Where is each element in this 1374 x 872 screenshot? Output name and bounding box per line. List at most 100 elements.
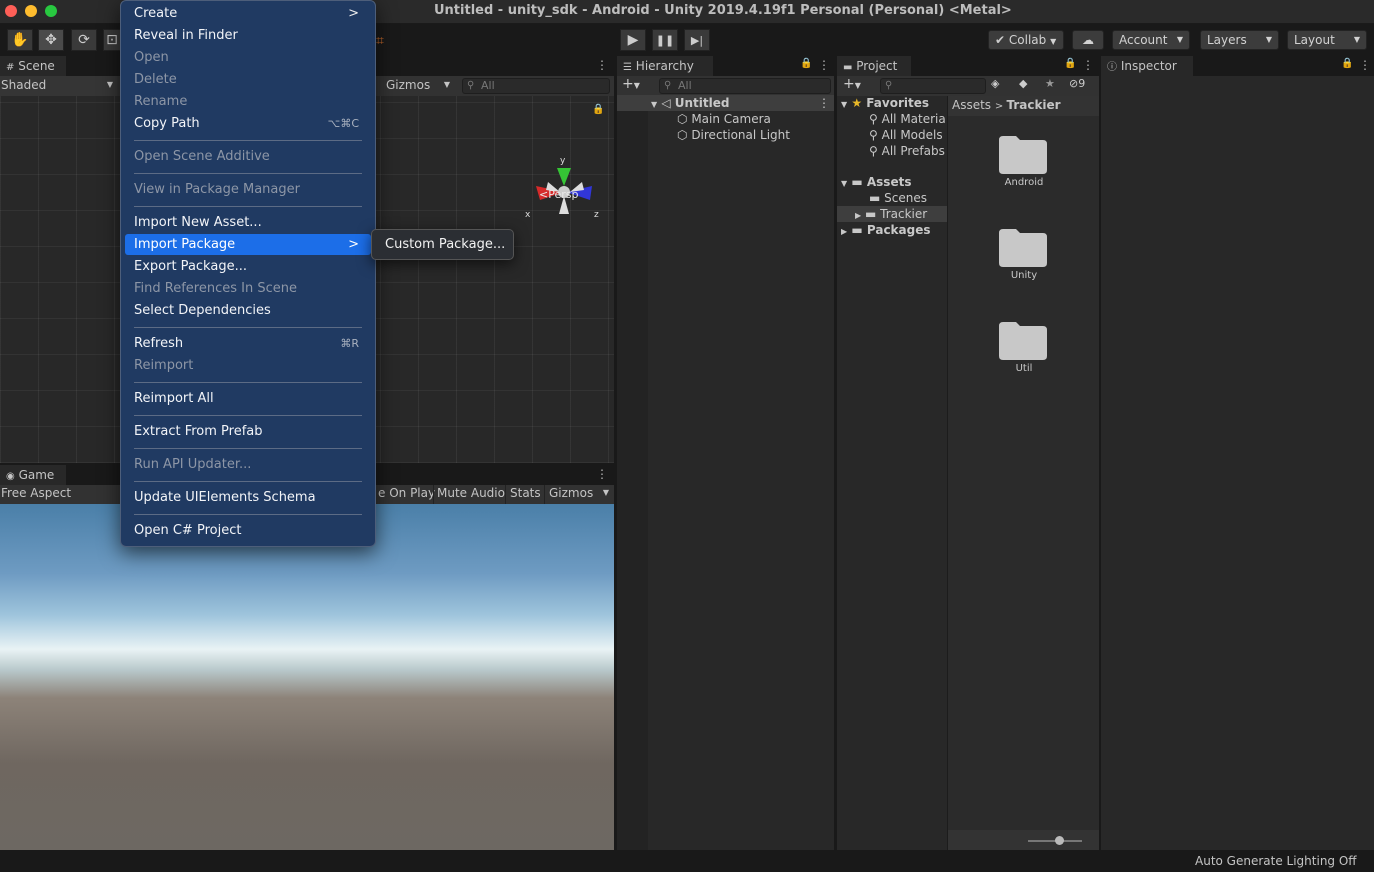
cloud-button[interactable]: ☁ bbox=[1072, 30, 1104, 50]
gameobject-icon: ⬡ bbox=[677, 112, 688, 126]
rotate-tool-button[interactable]: ⟳ bbox=[71, 29, 97, 51]
menu-item-custom-package[interactable]: Custom Package... bbox=[376, 234, 509, 255]
stats-toggle[interactable]: Stats bbox=[510, 486, 541, 500]
lock-icon[interactable]: 🔒 bbox=[800, 58, 812, 69]
breadcrumb: Assets > Trackier bbox=[948, 96, 1099, 116]
shading-mode-dropdown[interactable]: Shaded ▼ bbox=[0, 76, 117, 96]
persp-label: Persp bbox=[548, 188, 579, 201]
more-options-icon[interactable]: ⋮ bbox=[1359, 58, 1371, 72]
scale-tool-button[interactable]: ⊡ bbox=[103, 29, 121, 51]
menu-item-export-package[interactable]: Export Package... bbox=[125, 256, 371, 277]
tab-scene[interactable]: # Scene bbox=[0, 56, 66, 76]
menu-item-refresh[interactable]: Refresh ⌘R bbox=[125, 333, 371, 354]
maximize-window-button[interactable] bbox=[45, 5, 57, 17]
tab-inspector[interactable]: ⓘ Inspector bbox=[1101, 56, 1193, 76]
breadcrumb-item-current[interactable]: Trackier bbox=[1006, 98, 1060, 112]
project-search-input[interactable]: ⚲ bbox=[880, 78, 986, 94]
pause-button[interactable]: ❚❚ bbox=[652, 29, 678, 51]
lighting-status-text[interactable]: Auto Generate Lighting Off bbox=[1195, 854, 1357, 868]
menu-item-open-csharp-project[interactable]: Open C# Project bbox=[125, 520, 371, 541]
asset-folder-item[interactable]: ▬ Scenes bbox=[869, 190, 927, 206]
zoom-slider-thumb[interactable] bbox=[1055, 836, 1064, 845]
scene-root-row[interactable]: ▼ ◁ Untitled ⋮ bbox=[617, 95, 834, 111]
search-by-label-button[interactable]: ◆ bbox=[1019, 77, 1027, 90]
favorite-item[interactable]: ⚲ All Models bbox=[869, 127, 943, 143]
game-viewport[interactable] bbox=[0, 504, 614, 850]
game-gizmos-dropdown[interactable]: Gizmos ▼ bbox=[549, 486, 613, 500]
favorites-header[interactable]: ▼ ★ Favorites bbox=[841, 95, 929, 111]
hidden-packages-toggle[interactable]: ⊘9 bbox=[1069, 77, 1085, 90]
menu-item-import-package[interactable]: Import Package > bbox=[125, 234, 371, 255]
layout-dropdown[interactable]: Layout ▼ bbox=[1287, 30, 1367, 50]
menu-item-extract-from-prefab[interactable]: Extract From Prefab bbox=[125, 421, 371, 442]
minimize-window-button[interactable] bbox=[25, 5, 37, 17]
menu-item-run-api-updater: Run API Updater... bbox=[125, 454, 371, 475]
play-button[interactable]: ▶ bbox=[620, 29, 646, 51]
shading-mode-label: Shaded bbox=[1, 78, 47, 92]
assets-header[interactable]: ▼ ▬ Assets bbox=[841, 174, 911, 190]
packages-header[interactable]: ▶ ▬ Packages bbox=[841, 222, 931, 238]
menu-item-shortcut: ⌘R bbox=[340, 337, 359, 350]
more-options-icon[interactable]: ⋮ bbox=[818, 95, 830, 111]
menu-item-delete: Delete bbox=[125, 69, 371, 90]
hierarchy-item[interactable]: ⬡ Main Camera bbox=[677, 111, 771, 127]
menu-item-label: Create bbox=[134, 6, 178, 21]
lock-icon[interactable]: 🔒 bbox=[1064, 58, 1076, 69]
collab-dropdown[interactable]: ✔ Collab ▼ bbox=[988, 30, 1064, 50]
custom-tool-icon[interactable]: ⌗ bbox=[376, 33, 384, 49]
search-by-type-button[interactable]: ◈ bbox=[991, 77, 999, 90]
hand-tool-button[interactable]: ✋ bbox=[7, 29, 33, 51]
tab-hierarchy[interactable]: ☰ Hierarchy bbox=[617, 56, 713, 76]
hierarchy-item[interactable]: ⬡ Directional Light bbox=[677, 127, 790, 143]
more-options-icon[interactable]: ⋮ bbox=[818, 58, 830, 72]
menu-item-update-uielements-schema[interactable]: Update UIElements Schema bbox=[125, 487, 371, 508]
add-object-button[interactable]: +▼ bbox=[622, 76, 640, 92]
search-icon: ⚲ bbox=[869, 128, 878, 142]
tag-icon: ◆ bbox=[1019, 77, 1028, 90]
menu-item-reimport-all[interactable]: Reimport All bbox=[125, 388, 371, 409]
projection-toggle[interactable]: <Persp bbox=[539, 188, 578, 201]
step-button[interactable]: ▶| bbox=[684, 29, 710, 51]
assets-label: Assets bbox=[866, 175, 912, 189]
hierarchy-search-input[interactable]: ⚲ All bbox=[659, 78, 831, 94]
menu-item-copy-path[interactable]: Copy Path ⌥⌘C bbox=[125, 113, 371, 134]
account-dropdown[interactable]: Account ▼ bbox=[1112, 30, 1190, 50]
create-asset-button[interactable]: +▼ bbox=[843, 76, 861, 92]
lock-icon[interactable]: 🔒 bbox=[592, 104, 604, 115]
menu-item-create[interactable]: Create > bbox=[125, 3, 371, 24]
menu-separator bbox=[134, 481, 362, 482]
menu-item-reveal-in-finder[interactable]: Reveal in Finder bbox=[125, 25, 371, 46]
gameobject-icon: ⬡ bbox=[677, 128, 688, 142]
more-options-icon[interactable]: ⋮ bbox=[1082, 58, 1094, 72]
asset-grid-item[interactable]: Util bbox=[974, 320, 1074, 374]
menu-item-select-dependencies[interactable]: Select Dependencies bbox=[125, 300, 371, 321]
step-icon: ▶| bbox=[690, 34, 704, 47]
mute-audio-toggle[interactable]: Mute Audio bbox=[437, 486, 505, 500]
menu-item-label: Update UIElements Schema bbox=[134, 490, 316, 505]
more-options-icon[interactable]: ⋮ bbox=[596, 467, 608, 481]
asset-folder-item-selected[interactable]: ▶ ▬ Trackier bbox=[837, 206, 947, 222]
save-search-button[interactable]: ★ bbox=[1045, 77, 1055, 90]
close-window-button[interactable] bbox=[5, 5, 17, 17]
lock-icon[interactable]: 🔒 bbox=[1341, 58, 1353, 69]
favorite-item[interactable]: ⚲ All Prefabs bbox=[869, 143, 945, 159]
layers-dropdown[interactable]: Layers ▼ bbox=[1200, 30, 1279, 50]
breadcrumb-item[interactable]: Assets bbox=[952, 98, 991, 112]
scene-gizmos-dropdown[interactable]: Gizmos ▼ bbox=[386, 76, 454, 96]
scale-icon: ⊡ bbox=[106, 32, 118, 48]
menu-item-import-new-asset[interactable]: Import New Asset... bbox=[125, 212, 371, 233]
move-tool-button[interactable]: ✥ bbox=[38, 29, 64, 51]
maximize-on-play-toggle[interactable]: e On Play bbox=[378, 486, 435, 500]
tab-project[interactable]: ▬ Project bbox=[837, 56, 911, 76]
more-options-icon[interactable]: ⋮ bbox=[596, 58, 608, 72]
favorite-item[interactable]: ⚲ All Materia bbox=[869, 111, 946, 127]
unity-scene-icon: ◁ bbox=[661, 96, 671, 110]
scene-search-input[interactable]: ⚲ All bbox=[462, 78, 610, 94]
aspect-dropdown[interactable]: Free Aspect bbox=[1, 486, 71, 500]
mute-audio-label: Mute Audio bbox=[437, 486, 505, 500]
rotate-icon: ⟳ bbox=[78, 32, 90, 48]
asset-grid-item[interactable]: Unity bbox=[974, 227, 1074, 281]
asset-grid-item[interactable]: Android bbox=[974, 134, 1074, 188]
plus-icon: + bbox=[622, 76, 634, 92]
tab-game[interactable]: ◉ Game bbox=[0, 465, 66, 485]
